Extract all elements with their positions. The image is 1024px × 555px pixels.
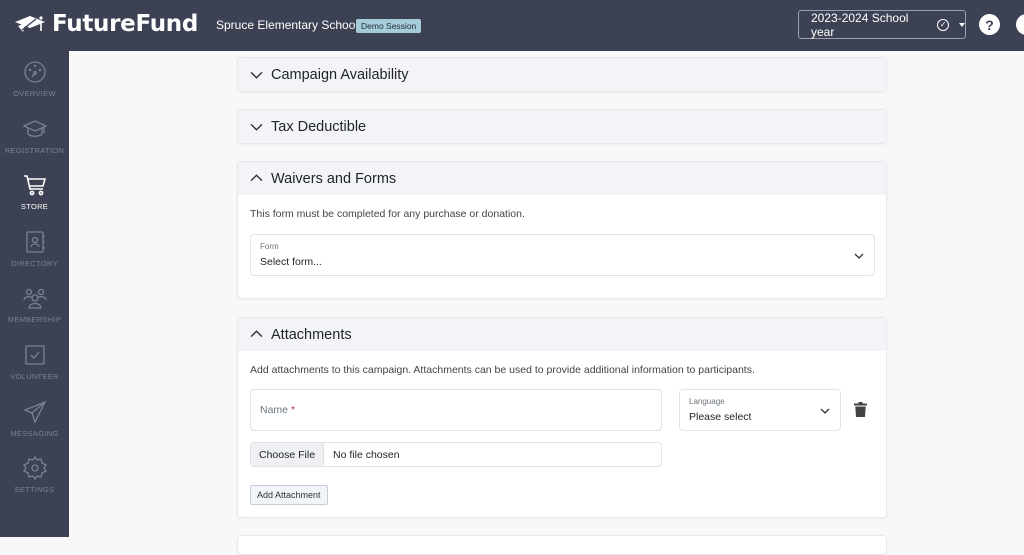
sidebar-item-overview[interactable]: OVERVIEW: [0, 60, 69, 116]
form-select[interactable]: Form Select form...: [250, 234, 875, 276]
file-input[interactable]: Choose File No file chosen: [250, 442, 662, 467]
sidebar-item-registration[interactable]: REGISTRATION: [0, 117, 69, 173]
brand-logo[interactable]: FutureFund: [14, 11, 198, 37]
add-attachment-button[interactable]: Add Attachment: [250, 485, 328, 505]
sidebar-item-label: DIRECTORY: [11, 259, 58, 268]
graduation-cap-icon: [22, 120, 47, 137]
sidebar-item-label: OVERVIEW: [13, 89, 56, 98]
contact-book-icon: [25, 231, 45, 253]
sidebar-item-label: REGISTRATION: [4, 146, 65, 155]
sidebar-item-membership[interactable]: MEMBERSHIP: [0, 286, 69, 342]
school-year-select[interactable]: 2023-2024 School year ✓: [798, 10, 966, 39]
sidebar-item-directory[interactable]: DIRECTORY: [0, 230, 69, 286]
section-title: Tax Deductible: [271, 118, 367, 135]
waivers-forms-toggle[interactable]: Waivers and Forms: [238, 162, 886, 195]
sidebar: OVERVIEW REGISTRATION STORE DIRECTORY ME…: [0, 51, 69, 537]
user-avatar[interactable]: [1016, 14, 1024, 35]
users-group-icon: [22, 288, 47, 309]
file-status: No file chosen: [333, 448, 400, 461]
campaign-availability-section: Campaign Availability: [237, 57, 887, 92]
required-mark: *: [290, 404, 296, 416]
name-placeholder-text: Name: [260, 404, 289, 416]
help-button[interactable]: ?: [979, 14, 1000, 35]
language-label: Language: [689, 397, 725, 406]
choose-file-button[interactable]: Choose File: [251, 443, 325, 466]
attachment-name-input[interactable]: Name *: [250, 389, 662, 431]
sidebar-item-label: SETTINGS: [14, 485, 55, 494]
waivers-description: This form must be completed for any purc…: [250, 208, 525, 220]
tax-deductible-section: Tax Deductible: [237, 109, 887, 144]
chevron-down-icon: [854, 253, 864, 259]
chevron-down-icon: [250, 71, 263, 79]
next-section: [237, 535, 887, 555]
attachments-toggle[interactable]: Attachments: [238, 318, 886, 351]
sidebar-item-label: STORE: [20, 202, 49, 211]
language-value: Please select: [689, 411, 752, 423]
cart-icon: [23, 175, 46, 196]
campaign-availability-toggle[interactable]: Campaign Availability: [238, 58, 886, 91]
name-placeholder: Name *: [260, 404, 295, 416]
form-label: Form: [260, 242, 279, 251]
sidebar-item-volunteer[interactable]: VOLUNTEER: [0, 343, 69, 399]
caret-down-icon: [959, 22, 965, 27]
waivers-forms-section: Waivers and Forms This form must be comp…: [237, 161, 887, 299]
sidebar-item-label: VOLUNTEER: [10, 372, 59, 381]
attachments-description: Add attachments to this campaign. Attach…: [250, 364, 755, 376]
dashboard-gauge-icon: [23, 61, 46, 83]
paper-plane-icon: [22, 400, 46, 424]
check-circle-icon: ✓: [937, 18, 949, 31]
logo-mortarboard-icon: [15, 16, 45, 32]
sidebar-item-label: MESSAGING: [10, 429, 59, 438]
section-title: Waivers and Forms: [271, 170, 397, 187]
chevron-up-icon: [250, 174, 263, 182]
tax-deductible-toggle[interactable]: Tax Deductible: [238, 110, 886, 143]
demo-session-badge: Demo Session: [356, 19, 422, 33]
sidebar-item-messaging[interactable]: MESSAGING: [0, 400, 69, 456]
sidebar-item-label: MEMBERSHIP: [7, 315, 62, 324]
trash-icon[interactable]: [854, 402, 867, 417]
chevron-up-icon: [250, 330, 263, 338]
top-bar: FutureFund Spruce Elementary School Demo…: [0, 0, 1024, 51]
school-year-value: 2023-2024 School year: [811, 10, 909, 39]
attachments-section: Attachments Add attachments to this camp…: [237, 317, 887, 518]
section-title: Attachments: [271, 326, 352, 343]
question-icon: ?: [985, 16, 994, 33]
chevron-down-icon: [820, 408, 830, 414]
chevron-down-icon: [250, 123, 263, 131]
gear-icon: [22, 456, 47, 480]
main-content: Campaign Availability Tax Deductible Wai…: [69, 51, 1024, 555]
brand-name: FutureFund: [52, 11, 199, 37]
school-name: Spruce Elementary School: [216, 18, 359, 32]
language-select[interactable]: Language Please select: [679, 389, 841, 431]
form-value: Select form...: [260, 256, 322, 268]
checkbox-icon: [24, 345, 45, 365]
sidebar-item-settings[interactable]: SETTINGS: [0, 456, 69, 512]
section-title: Campaign Availability: [271, 66, 409, 83]
sidebar-item-store[interactable]: STORE: [0, 173, 69, 229]
